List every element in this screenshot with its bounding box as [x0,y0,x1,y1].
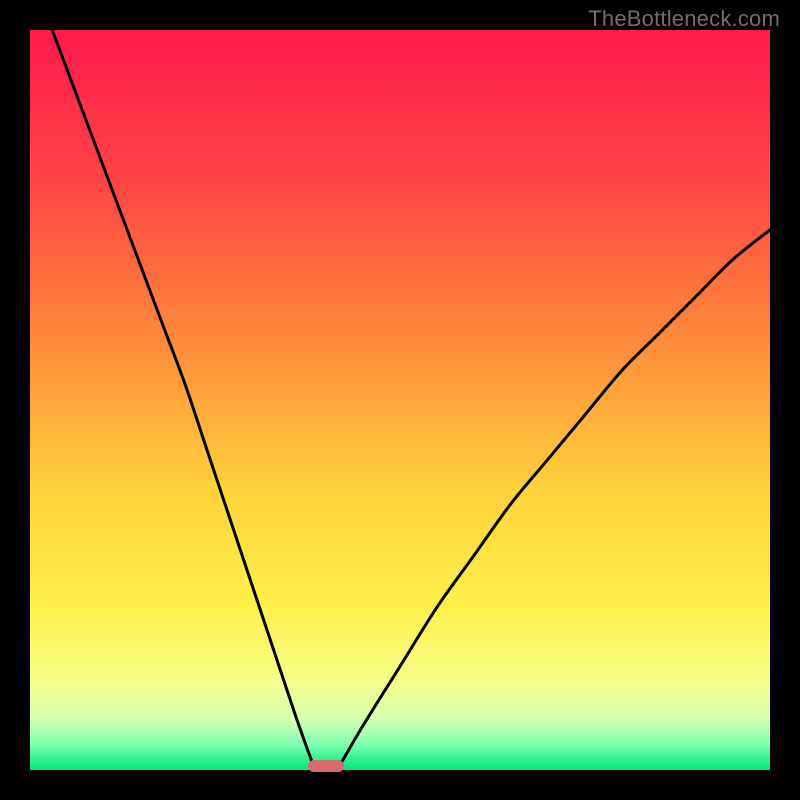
gradient-background [30,30,770,770]
chart-frame [30,30,770,770]
watermark-text: TheBottleneck.com [588,6,780,32]
optimum-marker [308,760,344,772]
